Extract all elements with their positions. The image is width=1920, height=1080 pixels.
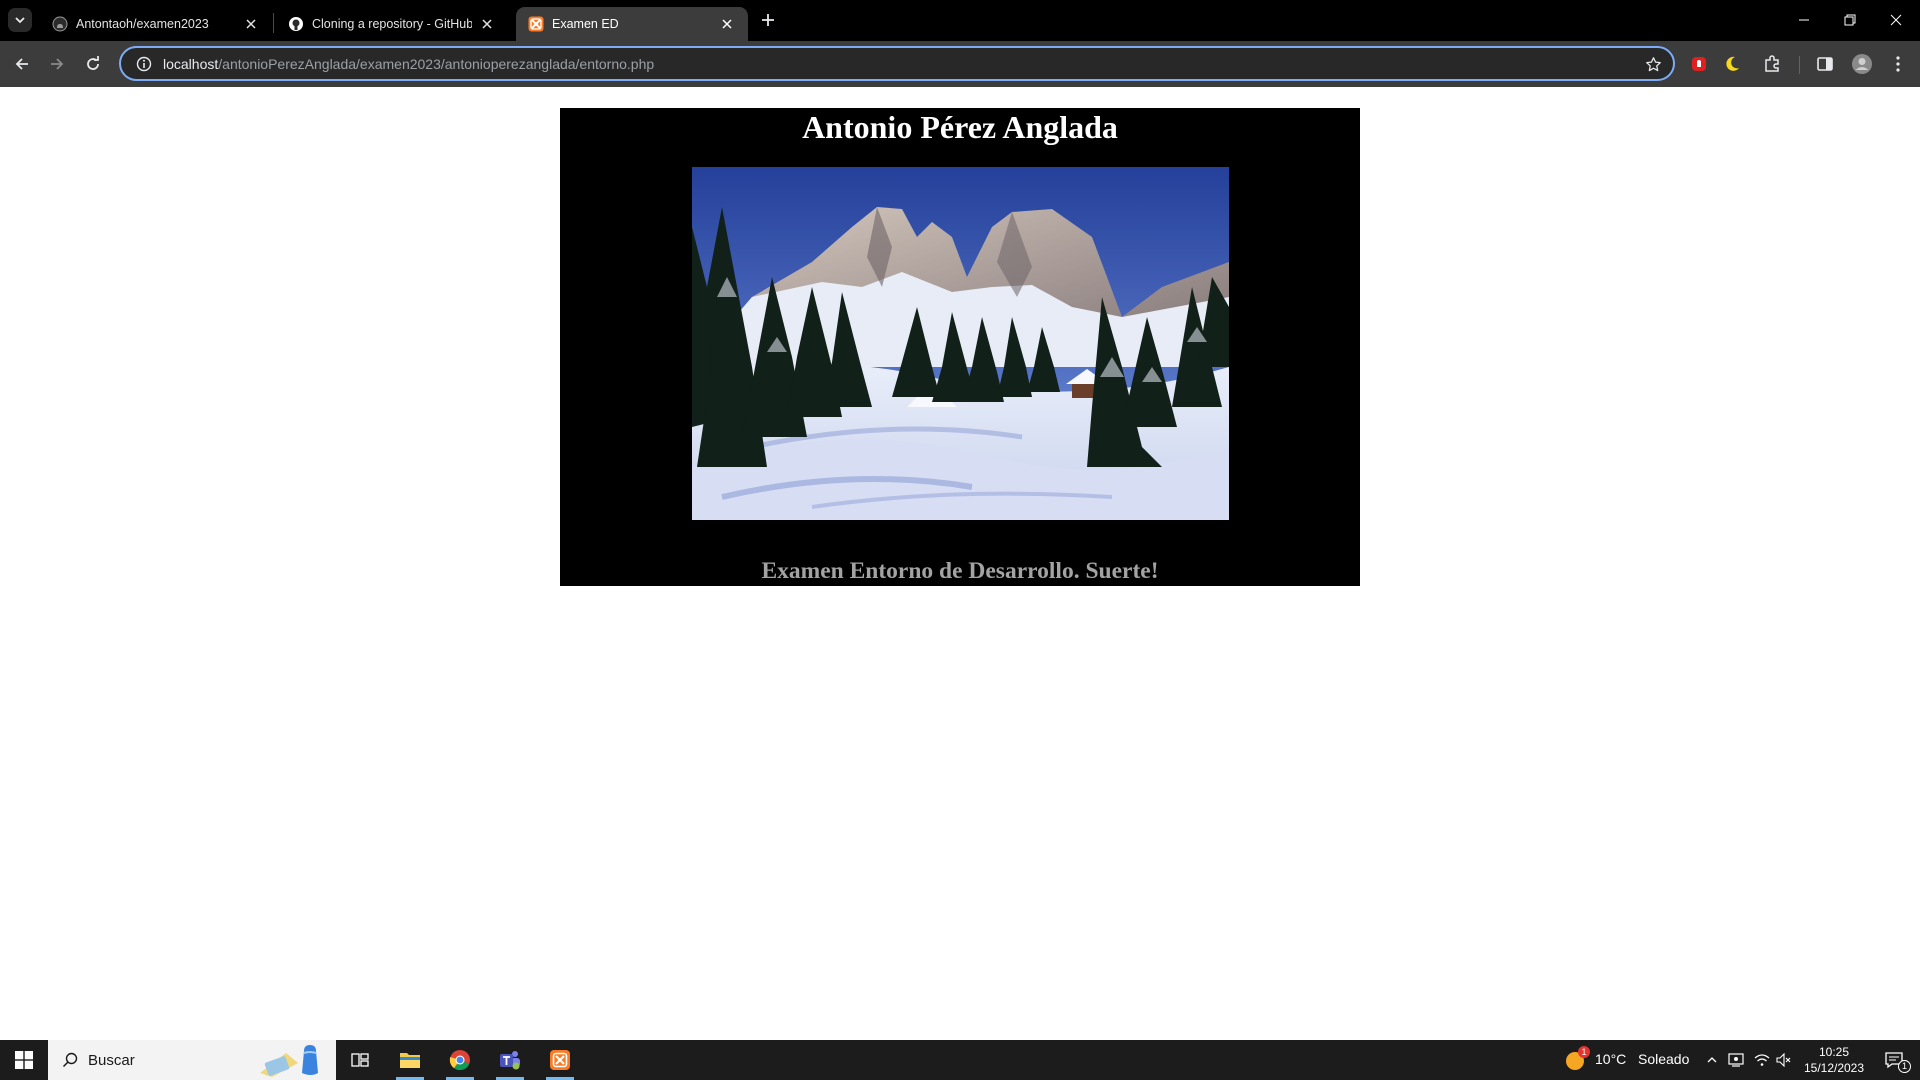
extensions-puzzle-icon[interactable] (1760, 52, 1784, 76)
clock-time: 10:25 (1818, 1045, 1850, 1059)
notification-count-badge: 1 (1898, 1060, 1911, 1073)
address-bar[interactable]: localhost/antonioPerezAnglada/examen2023… (119, 46, 1675, 81)
chevron-down-icon (15, 17, 25, 24)
notification-center-button[interactable]: 1 (1872, 1040, 1916, 1080)
taskbar-search[interactable]: Buscar (48, 1040, 336, 1080)
close-icon (1890, 14, 1902, 26)
dark-mode-moon-icon[interactable] (1723, 52, 1747, 76)
tab-title: Examen ED (552, 17, 619, 31)
arrow-left-icon (15, 58, 28, 70)
page-heading: Antonio Pérez Anglada (802, 109, 1118, 145)
xampp-icon (550, 1050, 570, 1070)
clock-date: 15/12/2023 (1803, 1061, 1865, 1075)
close-window-button[interactable] (1873, 0, 1919, 40)
chevron-up-icon (1707, 1057, 1717, 1063)
tab-title: Cloning a repository - GitHub D (312, 17, 472, 31)
search-icon (62, 1052, 78, 1068)
minimize-icon (1799, 19, 1809, 21)
browser-toolbar: localhost/antonioPerezAnglada/examen2023… (0, 41, 1920, 87)
tab-examen-ed[interactable]: Examen ED (516, 7, 748, 41)
weather-temperature: 10°C (1595, 1051, 1627, 1067)
weather-condition: Soleado (1638, 1051, 1690, 1067)
task-view-icon (351, 1053, 369, 1067)
back-button[interactable] (7, 49, 37, 79)
close-tab-icon[interactable] (718, 15, 736, 33)
task-view-button[interactable] (336, 1040, 384, 1080)
page-viewport: Antonio Pérez Anglada Examen Entorno de … (0, 87, 1920, 1040)
teams-icon (500, 1051, 520, 1070)
bookmark-star-icon[interactable] (1643, 54, 1663, 74)
site-info-icon[interactable] (129, 56, 159, 72)
tab-divider (273, 13, 274, 33)
restore-icon (1844, 14, 1856, 26)
search-highlight-illustration-icon (260, 1045, 318, 1077)
restore-button[interactable] (1827, 0, 1873, 40)
profile-avatar[interactable] (1850, 52, 1874, 76)
tab-search-button[interactable] (8, 8, 32, 32)
browser-menu-icon[interactable] (1886, 52, 1910, 76)
close-tab-icon[interactable] (478, 15, 496, 33)
tab-github-repo[interactable]: Antontaoh/examen2023 (40, 7, 272, 41)
meet-now-icon[interactable] (1724, 1040, 1748, 1080)
chrome-taskbar-button[interactable] (436, 1040, 484, 1080)
toolbar-divider (1799, 56, 1800, 74)
github-icon (52, 16, 68, 32)
reload-button[interactable] (78, 49, 108, 79)
snowy-mountain-landscape-image (692, 167, 1229, 520)
show-hidden-icons-button[interactable] (1700, 1040, 1724, 1080)
weather-alert-badge: 1 (1578, 1046, 1590, 1058)
close-tab-icon[interactable] (242, 15, 260, 33)
new-tab-button[interactable] (756, 8, 780, 32)
address-url[interactable]: localhost/antonioPerezAnglada/examen2023… (163, 56, 654, 72)
url-path: /antonioPerezAnglada/examen2023/antoniop… (218, 55, 655, 72)
reload-icon (87, 56, 99, 70)
chrome-icon (449, 1050, 470, 1071)
side-panel-icon[interactable] (1813, 52, 1837, 76)
url-host: localhost (163, 55, 219, 72)
minimize-button[interactable] (1781, 0, 1827, 40)
search-placeholder: Buscar (88, 1051, 135, 1069)
windows-taskbar: Buscar 1 10°C Soleado 10:25 15/12/2023 1 (0, 1040, 1920, 1080)
start-button[interactable] (0, 1040, 48, 1080)
weather-widget[interactable]: 1 10°C Soleado (1562, 1040, 1690, 1080)
arrow-right-icon (51, 58, 64, 70)
xampp-icon (528, 16, 544, 32)
tab-strip: Antontaoh/examen2023 Cloning a repositor… (0, 0, 1920, 41)
windows-logo-icon (15, 1051, 33, 1069)
tab-github-desktop[interactable]: Cloning a repository - GitHub D (276, 7, 508, 41)
github-desktop-icon (288, 16, 304, 32)
folder-icon (400, 1053, 420, 1068)
exam-subtitle: Examen Entorno de Desarrollo. Suerte! (761, 558, 1159, 584)
forward-button[interactable] (42, 49, 72, 79)
system-clock[interactable]: 10:25 15/12/2023 (1800, 1044, 1868, 1076)
wifi-icon[interactable] (1750, 1040, 1774, 1080)
exam-card: Antonio Pérez Anglada Examen Entorno de … (560, 108, 1360, 586)
record-extension-icon[interactable] (1687, 52, 1711, 76)
plus-icon (762, 14, 774, 26)
file-explorer-button[interactable] (386, 1040, 434, 1080)
volume-muted-icon[interactable] (1772, 1040, 1796, 1080)
xampp-taskbar-button[interactable] (536, 1040, 584, 1080)
tab-title: Antontaoh/examen2023 (76, 17, 209, 31)
teams-taskbar-button[interactable] (486, 1040, 534, 1080)
